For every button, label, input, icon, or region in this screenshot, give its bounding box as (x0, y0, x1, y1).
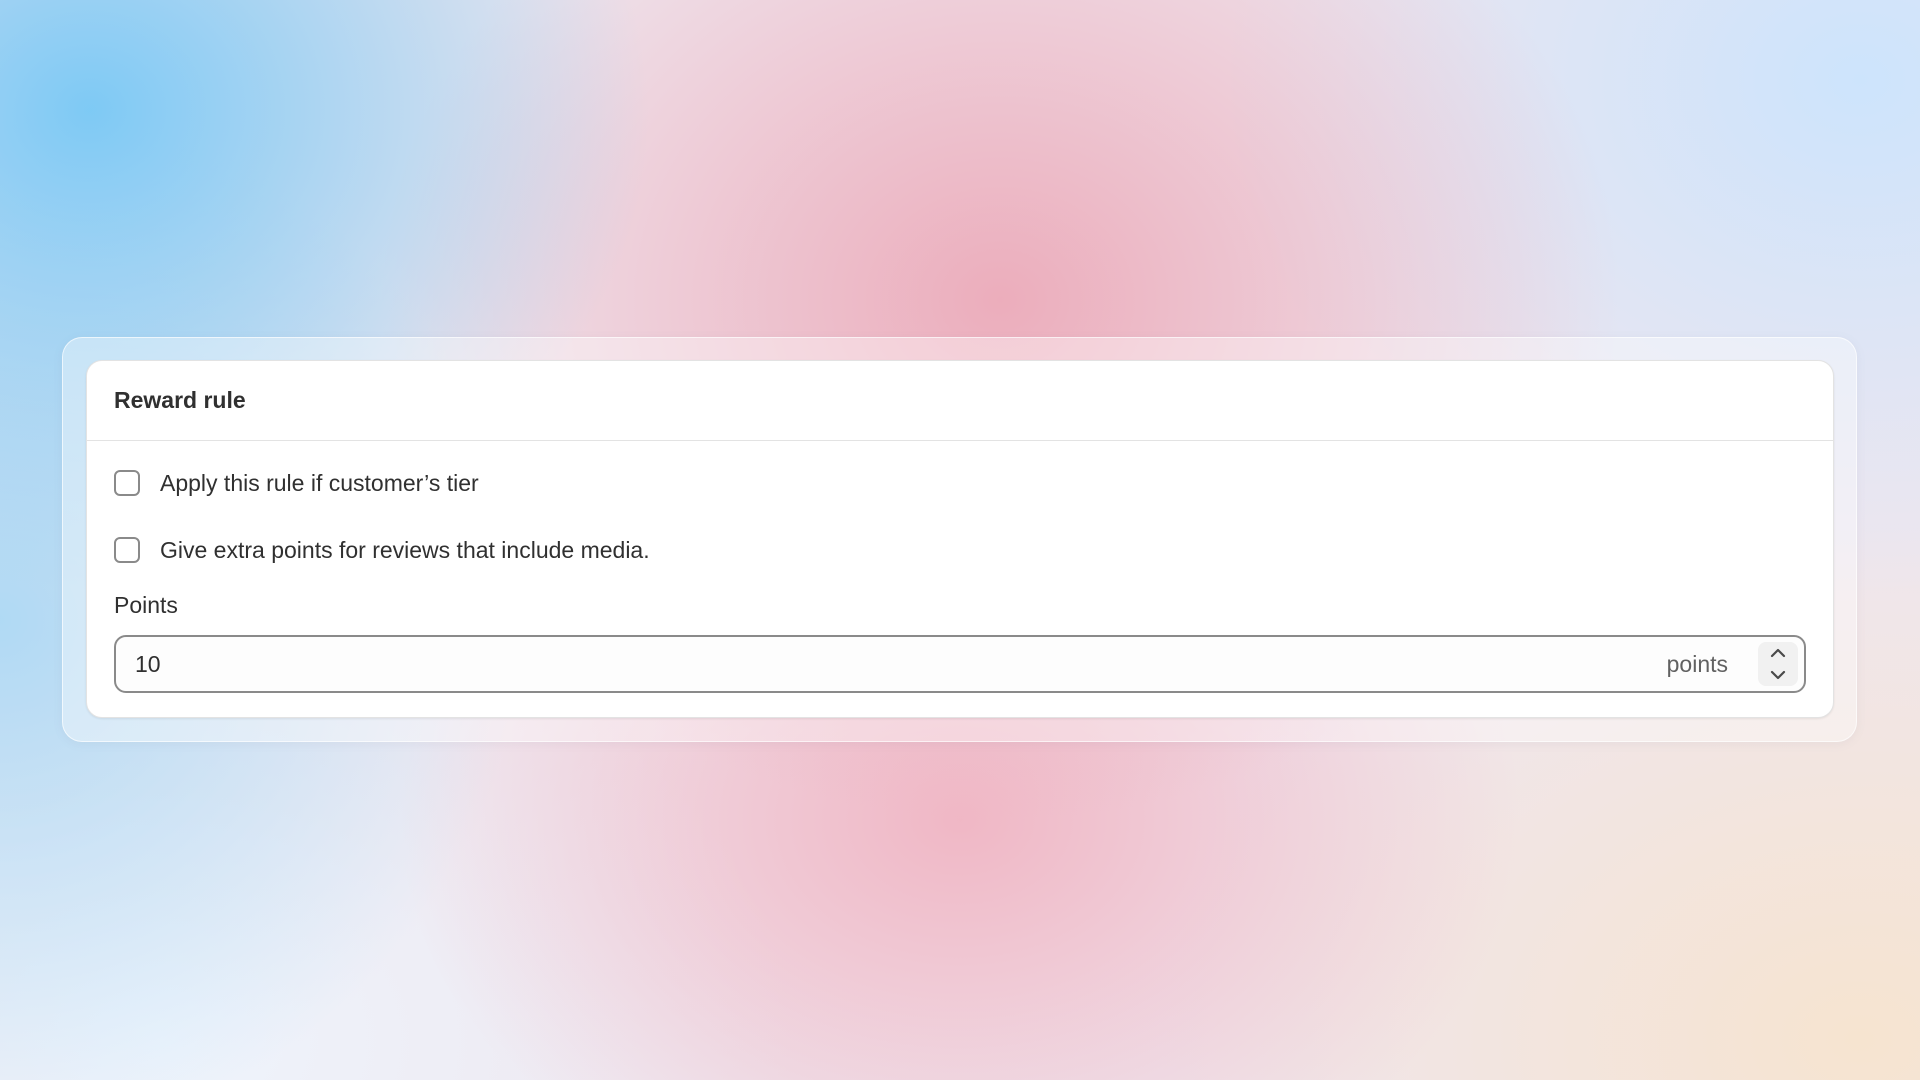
card-body: Apply this rule if customer’s tier Give … (87, 463, 1833, 693)
card-header: Reward rule (87, 361, 1833, 441)
reward-rule-card: Reward rule Apply this rule if customer’… (86, 360, 1834, 718)
extra-points-media-option[interactable]: Give extra points for reviews that inclu… (114, 530, 1806, 570)
points-stepper[interactable] (1758, 642, 1798, 686)
extra-points-media-checkbox[interactable] (114, 537, 140, 563)
points-field-label: Points (114, 592, 178, 618)
points-input-value[interactable]: 10 (135, 651, 1667, 678)
card-title: Reward rule (114, 387, 246, 413)
chevron-down-icon[interactable] (1758, 664, 1798, 686)
apply-tier-label[interactable]: Apply this rule if customer’s tier (160, 470, 479, 497)
chevron-up-icon[interactable] (1758, 642, 1798, 664)
extra-points-media-label[interactable]: Give extra points for reviews that inclu… (160, 537, 650, 564)
points-suffix: points (1666, 650, 1728, 677)
apply-tier-option[interactable]: Apply this rule if customer’s tier (114, 463, 1806, 503)
card-frame: Reward rule Apply this rule if customer’… (62, 337, 1857, 742)
points-input[interactable]: 10 points (114, 635, 1806, 693)
apply-tier-checkbox[interactable] (114, 470, 140, 496)
